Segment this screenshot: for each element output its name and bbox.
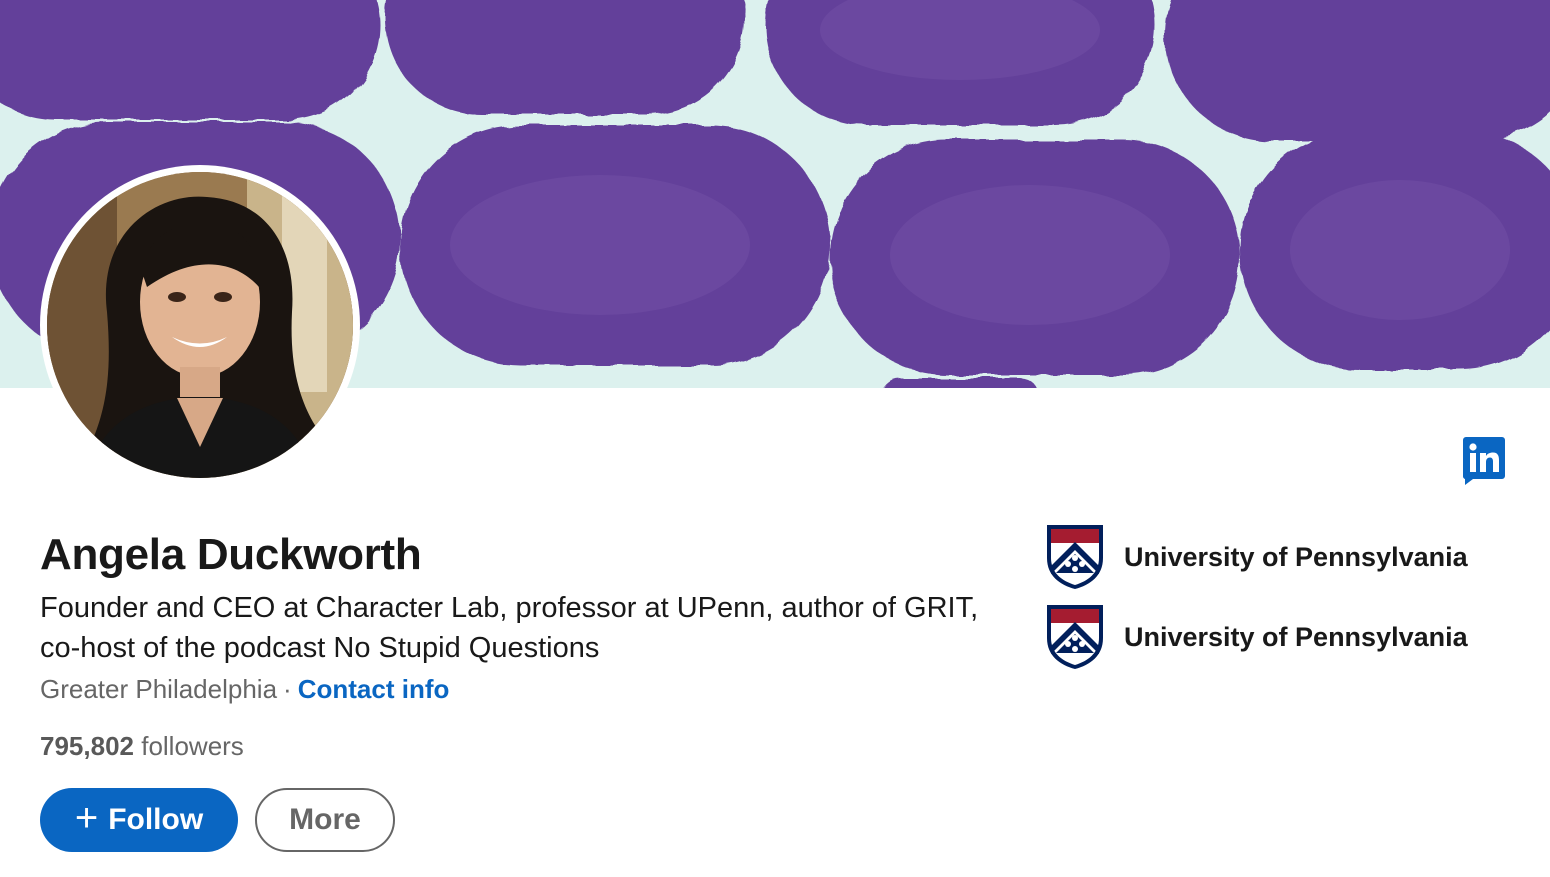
separator-dot: · [283,674,292,704]
followers-number: 795,802 [40,731,134,761]
more-label: More [289,803,361,836]
plus-icon: + [74,796,99,840]
followers-label: followers [141,731,244,761]
education-label: University of Pennsylvania [1124,621,1468,652]
education-item[interactable]: University of Pennsylvania [1046,524,1468,590]
location-text: Greater Philadelphia [40,674,278,704]
profile-name: Angela Duckworth [40,530,422,579]
more-button[interactable]: More [255,788,395,852]
education-label: University of Pennsylvania [1124,541,1468,572]
avatar [47,172,353,478]
follow-label: Follow [108,803,204,836]
portrait-image [47,172,353,478]
profile-headline: Founder and CEO at Character Lab, profes… [40,592,979,664]
upenn-shield-icon [1047,605,1103,669]
upenn-shield-icon [1047,525,1103,589]
education-item[interactable]: University of Pennsylvania [1046,604,1468,670]
contact-info-link[interactable]: Contact info [298,674,450,704]
linkedin-icon [1462,437,1505,485]
follow-button[interactable]: + Follow [40,788,238,852]
followers-count: 795,802 followers [40,731,244,762]
profile-photo[interactable] [40,165,360,485]
location-row: Greater Philadelphia · Contact info [40,674,449,705]
